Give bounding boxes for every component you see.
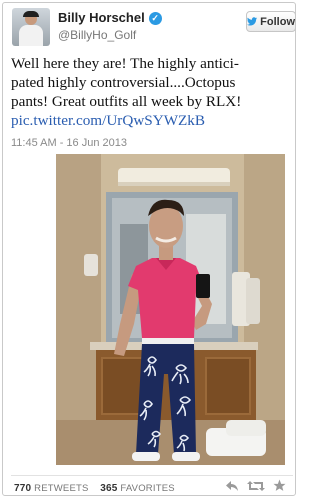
photo-illustration [56, 154, 285, 465]
tweet-stats: 770 RETWEETS 365 FAVORITES [14, 483, 175, 494]
avatar-torso [19, 25, 43, 46]
author-handle[interactable]: @BillyHo_Golf [58, 28, 136, 42]
retweet-icon[interactable] [247, 479, 265, 497]
tweet-card: Billy Horschel ✓ @BillyHo_Golf Follow Wel… [2, 2, 296, 496]
tweet-timestamp[interactable]: 11:45 AM - 16 Jun 2013 [11, 137, 127, 149]
twitter-bird-icon [247, 17, 258, 26]
favorites-count[interactable]: 365 [100, 483, 117, 494]
author-name[interactable]: Billy Horschel [58, 10, 145, 25]
avatar-cap [23, 11, 39, 17]
footer-divider [11, 475, 293, 476]
tweet-text-line: pated highly controversial....Octopus [11, 74, 236, 91]
tweet-text-line: Well here they are! The highly antici- [11, 55, 239, 72]
favorites-label[interactable]: FAVORITES [120, 483, 174, 494]
follow-button[interactable]: Follow [246, 11, 296, 32]
avatar[interactable] [12, 8, 50, 46]
verified-badge-icon: ✓ [148, 12, 162, 25]
author-name-row[interactable]: Billy Horschel ✓ [58, 10, 162, 25]
reply-icon[interactable] [225, 479, 239, 497]
retweets-label[interactable]: RETWEETS [34, 483, 88, 494]
follow-button-label: Follow [260, 15, 295, 28]
tweet-text-line: pants! Great outfits all week by RLX! [11, 93, 242, 110]
tweet-actions [225, 479, 286, 497]
tweet-photo[interactable] [56, 154, 285, 465]
tweet-photo-link[interactable]: pic.twitter.com/UrQwSYWZkB [11, 111, 295, 130]
star-icon[interactable] [273, 479, 286, 497]
retweets-count[interactable]: 770 [14, 483, 31, 494]
tweet-text: Well here they are! The highly antici- p… [11, 54, 295, 130]
